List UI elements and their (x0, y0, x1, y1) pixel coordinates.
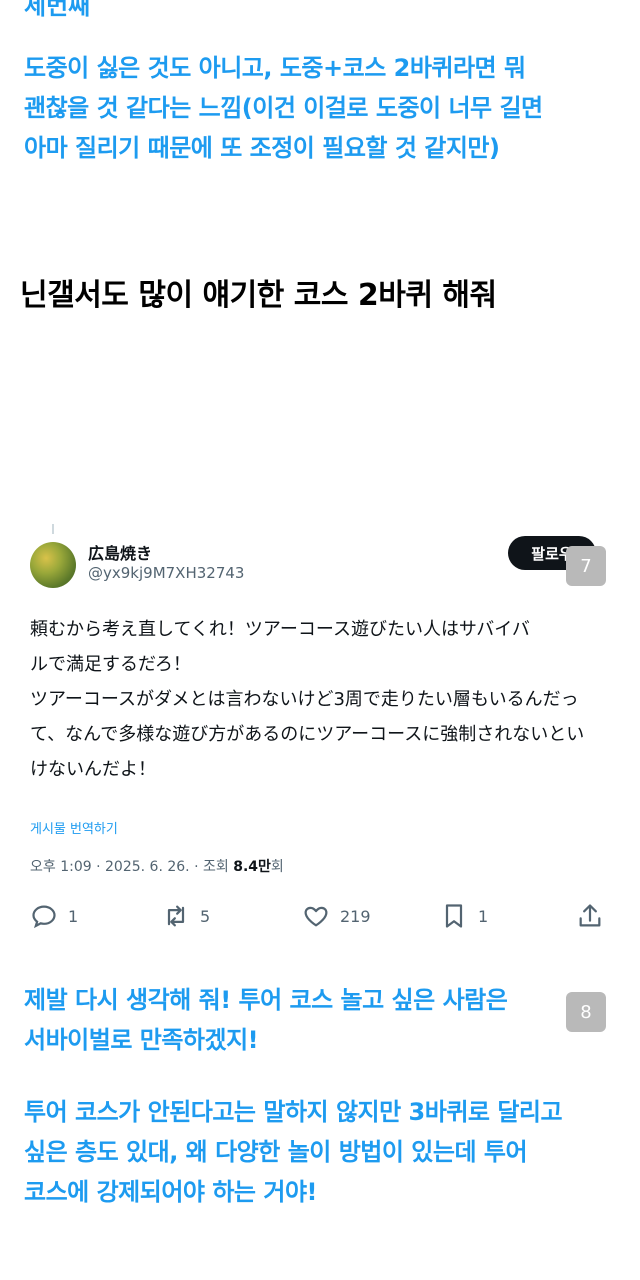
share-icon (579, 904, 601, 927)
tweet-date[interactable]: 2025. 6. 26. (105, 859, 190, 875)
display-name[interactable]: 広島焼き (88, 540, 152, 564)
cut-off-heading: 세번째 (24, 0, 91, 20)
views-count: 8.4만 (233, 859, 271, 875)
retweet-button[interactable]: 5 (162, 902, 210, 930)
action-bar: 1 5 219 1 (0, 896, 640, 936)
translation-text-bottom-2: 투어 코스가 안된다고는 말하지 않지만 3바퀴로 달리고 싶은 층도 있대, … (24, 1098, 563, 1206)
like-button[interactable]: 219 (302, 902, 371, 930)
caption-heading: 닌갤서도 많이 얘기한 코스 2바퀴 해줘 (20, 278, 497, 313)
thread-line (52, 524, 54, 534)
share-button[interactable] (576, 902, 604, 930)
tweet-card: 広島焼き @yx9kj9M7XH32743 팔로우 頼むから考え直してくれ！ツア… (0, 520, 640, 940)
reply-icon (32, 905, 56, 929)
tweet-text: 頼むから考え直してくれ！ツアーコース遊びたい人はサバイバ ルで満足するだろ！ ツ… (30, 619, 585, 780)
translate-post-link[interactable]: 게시물 번역하기 (30, 818, 118, 837)
views-label: 조회 (202, 859, 229, 875)
translation-text-top: 도중이 싫은 것도 아니고, 도중+코스 2바퀴라면 뭐 괜찮을 것 같다는 느… (24, 54, 543, 162)
reply-button[interactable]: 1 (30, 902, 78, 930)
user-handle[interactable]: @yx9kj9M7XH32743 (88, 564, 244, 582)
meta-separator: · (194, 859, 203, 875)
page-number-badge: 7 (566, 546, 606, 586)
meta-separator: · (96, 859, 106, 875)
reply-count: 1 (68, 906, 79, 926)
tweet-time[interactable]: 오후 1:09 (30, 859, 92, 875)
retweet-count: 5 (200, 906, 211, 926)
tweet-meta: 오후 1:09 · 2025. 6. 26. · 조회 8.4만회 (30, 856, 284, 876)
bookmark-button[interactable]: 1 (440, 902, 488, 930)
like-icon (304, 906, 328, 927)
retweet-icon (167, 905, 185, 927)
bookmark-icon (445, 904, 463, 928)
like-count: 219 (340, 906, 371, 926)
bookmark-count: 1 (478, 906, 489, 926)
avatar[interactable] (30, 542, 76, 588)
views-suffix: 회 (270, 859, 284, 875)
page-number-badge: 8 (566, 992, 606, 1032)
translation-text-bottom-1: 제발 다시 생각해 줘! 투어 코스 놀고 싶은 사람은 서바이벌로 만족하겠지… (24, 986, 508, 1054)
